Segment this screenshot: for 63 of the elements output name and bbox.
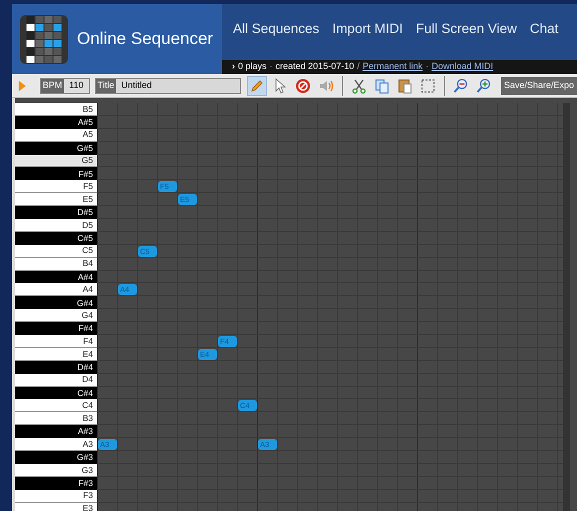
info-link[interactable]: Permanent link [362,60,423,74]
title-label: Title [96,78,116,92]
info-link[interactable]: Download MIDI [432,60,494,74]
copy-icon [374,78,390,94]
title-value: Untitled [116,78,240,92]
save-share-export-button[interactable]: Save/Share/Expo [500,76,577,94]
natural-piano-key[interactable]: B4 [15,258,97,271]
info-text: 0 plays [238,60,267,74]
natural-piano-key[interactable]: A4 [15,283,97,296]
sharp-piano-key[interactable]: A#3 [15,425,97,438]
nav-link[interactable]: All Sequences [233,18,320,40]
sharp-piano-key[interactable]: G#4 [15,296,97,310]
sharp-piano-key[interactable]: D#5 [15,206,97,220]
zoom-out-icon [452,78,469,94]
sharp-piano-key[interactable]: F#3 [15,476,97,490]
natural-piano-key[interactable]: F5 [15,180,97,194]
natural-piano-key[interactable]: E4 [15,348,97,361]
nav-link[interactable]: Full Screen View [416,18,517,40]
sharp-piano-key[interactable]: A#5 [15,116,97,129]
zoom-in-icon [476,78,492,94]
natural-piano-key[interactable]: B5 [15,103,97,116]
cursor-arrow-icon [274,78,286,94]
bpm-field[interactable]: BPM 110 [40,78,90,94]
sharp-piano-key[interactable]: A#4 [15,270,97,284]
natural-piano-key[interactable]: B3 [15,412,97,426]
logo-icon [20,14,68,64]
info-separator: / [357,60,360,74]
bpm-value: 110 [64,78,89,92]
sharp-piano-key[interactable]: C#4 [15,386,97,400]
title-field[interactable]: Title Untitled [94,78,241,94]
info-separator: · [270,60,273,74]
natural-piano-key[interactable]: A3 [15,438,97,452]
play-icon[interactable] [18,78,27,92]
bpm-label: BPM [40,78,64,92]
info-separator: · [426,60,429,74]
sharp-piano-key[interactable]: C#5 [15,232,97,245]
natural-piano-key[interactable]: G4 [15,309,97,322]
nav-link[interactable]: Chat [530,18,558,40]
natural-piano-key[interactable]: G5 [15,154,97,168]
natural-piano-key[interactable]: C4 [15,399,97,412]
info-text: created 2015-07-10 [276,60,354,74]
natural-piano-key[interactable]: C5 [15,244,97,258]
natural-piano-key[interactable]: A5 [15,128,97,142]
sharp-piano-key[interactable]: G#5 [15,142,97,155]
sharp-piano-key[interactable]: G#3 [15,451,97,464]
natural-piano-key[interactable]: F4 [15,335,97,348]
sharp-piano-key[interactable]: F#5 [15,167,97,180]
selection-rectangle-icon [420,78,436,94]
natural-piano-key[interactable]: E5 [15,193,97,206]
tool-button[interactable] [246,76,267,96]
natural-piano-key[interactable]: G3 [15,464,97,477]
chevron-icon: › [232,60,235,74]
natural-piano-key[interactable]: D4 [15,374,97,387]
clipboard-icon [396,78,413,94]
scissors-icon [350,78,367,94]
sharp-piano-key[interactable]: F#4 [15,322,97,336]
pencil-icon [248,78,265,94]
prohibited-icon [294,78,311,94]
natural-piano-key[interactable]: D5 [15,219,97,232]
site-name[interactable]: Online Sequencer [77,26,214,52]
nav-link[interactable]: Import MIDI [332,18,403,40]
natural-piano-key[interactable]: F3 [15,490,97,503]
sharp-piano-key[interactable]: D#4 [15,360,97,374]
